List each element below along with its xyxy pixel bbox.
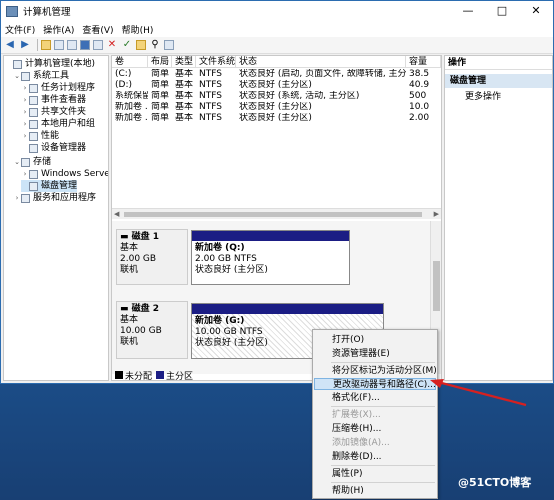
red-arrow-annotation — [430, 379, 527, 407]
watermark: @51CTO博客 — [458, 476, 532, 489]
arrow-head — [430, 379, 444, 388]
arrow-shaft — [437, 380, 527, 407]
